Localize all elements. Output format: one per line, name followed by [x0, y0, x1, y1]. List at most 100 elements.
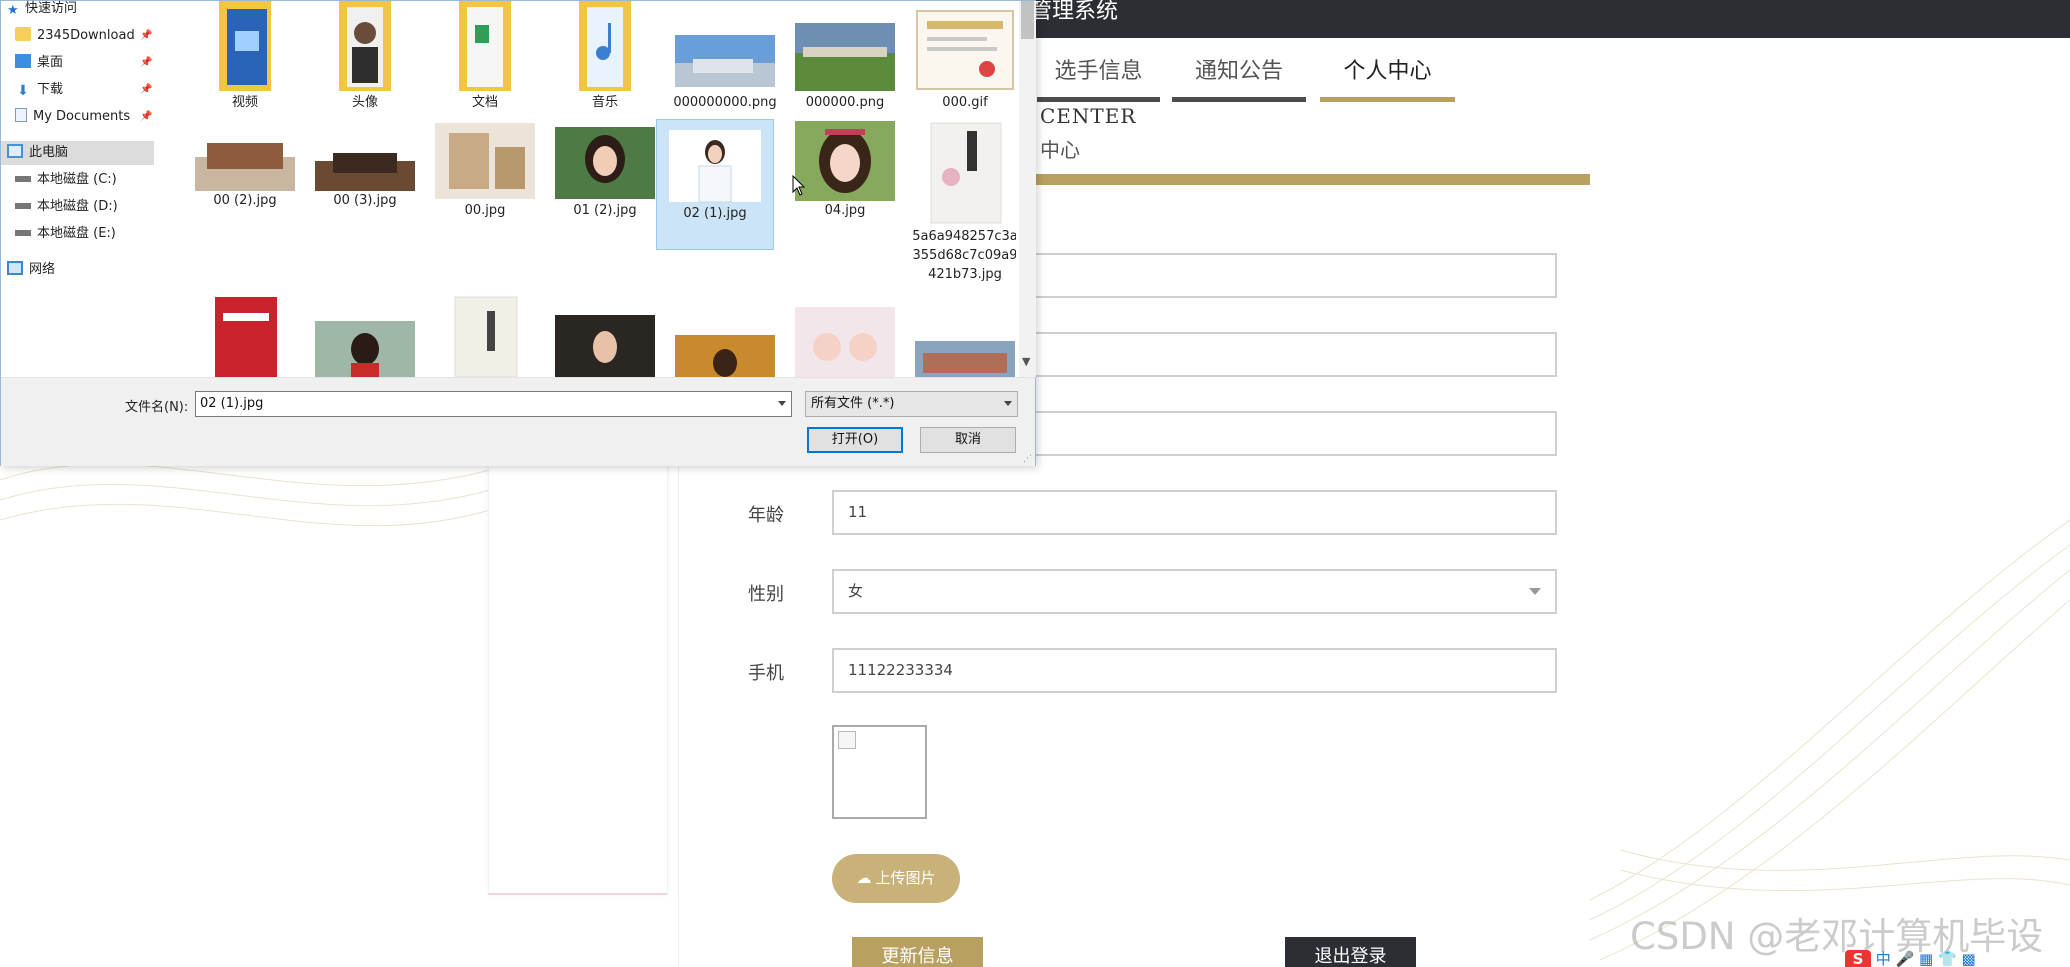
file-item-00-2-jpg[interactable]: 00 (2).jpg [186, 119, 304, 210]
file-name: 5a6a948257c3a355d68c7c09a9421b73.jpg [912, 229, 1016, 282]
image-thumbnail [795, 307, 895, 377]
resize-grip-icon[interactable]: ⋰ [1023, 454, 1032, 464]
file-item-folder-music[interactable]: 音乐 [546, 1, 664, 112]
image-thumbnail [675, 335, 775, 377]
file-item-folder-avatar[interactable]: 头像 [306, 1, 424, 112]
file-name: 音乐 [591, 95, 618, 110]
tab-underline [1037, 97, 1160, 102]
file-open-dialog: ★ 快速访问 2345Download 📌 桌面 📌 ⬇ 下载 📌 My Docum… [0, 0, 1036, 466]
download-icon: ⬇ [17, 83, 29, 99]
drive-icon [15, 176, 31, 182]
star-icon: ★ [7, 3, 19, 18]
image-thumbnail [315, 153, 415, 191]
pin-icon: 📌 [140, 111, 153, 122]
tree-item-quick-access[interactable]: ★ 快速访问 [7, 0, 77, 21]
filename-input[interactable]: 02 (1).jpg [195, 391, 792, 417]
file-item-campus[interactable] [906, 293, 1016, 377]
file-item-000000000-png[interactable]: 000000000.png [666, 1, 784, 112]
file-name: 视频 [231, 95, 258, 110]
filetype-value: 所有文件 (*.*) [811, 396, 895, 411]
image-thumbnail [916, 10, 1014, 90]
tab-personal-center[interactable]: 个人中心 [1320, 58, 1455, 102]
file-item-02-1-jpg[interactable]: 02 (1).jpg [656, 119, 774, 250]
tab-label: 选手信息 [1054, 59, 1143, 84]
avatar-preview [832, 725, 927, 819]
file-item-woman-wood[interactable] [666, 293, 784, 377]
file-item-book-red[interactable] [186, 293, 304, 377]
image-thumbnail [195, 143, 295, 191]
filetype-select[interactable]: 所有文件 (*.*) [805, 391, 1018, 417]
tree-label: 桌面 [37, 55, 64, 70]
file-item-00-3-jpg[interactable]: 00 (3).jpg [306, 119, 424, 210]
tree-item-this-pc[interactable]: 此电脑 [1, 141, 154, 165]
file-name: 000.gif [942, 95, 988, 110]
chevron-down-icon[interactable] [778, 401, 786, 406]
tree-item-network[interactable]: 网络 [7, 258, 55, 282]
ime-toolbar[interactable]: S 中 🎤 ▦ 👕 ▩ [1845, 948, 2070, 967]
scrollbar-thumb[interactable] [1021, 1, 1034, 39]
file-name: 02 (1).jpg [683, 206, 747, 221]
file-item-book-white[interactable] [426, 293, 544, 377]
file-name: 01 (2).jpg [573, 203, 637, 218]
cancel-button[interactable]: 取消 [920, 427, 1016, 453]
tab-player-info[interactable]: 选手信息 [1037, 58, 1160, 102]
file-item-folder-documents[interactable]: 文档 [426, 1, 544, 112]
section-divider [1000, 174, 1590, 185]
image-thumbnail [795, 121, 895, 201]
file-item-000000-png[interactable]: 000000.png [786, 1, 904, 112]
image-thumbnail [454, 296, 518, 377]
logout-button[interactable]: 退出登录 [1285, 937, 1416, 967]
pin-icon: 📌 [140, 84, 153, 95]
tree-item-drive-d[interactable]: 本地磁盘 (D:) [15, 195, 118, 219]
vertical-scrollbar[interactable]: ▼ [1019, 1, 1036, 377]
drive-icon [15, 230, 31, 236]
image-thumbnail [555, 127, 655, 199]
update-info-button[interactable]: 更新信息 [852, 937, 983, 967]
file-item-woman-dark[interactable] [546, 293, 664, 377]
file-item-000-gif[interactable]: 000.gif [906, 1, 1016, 112]
tab-underline-active [1320, 97, 1455, 102]
broken-image-icon [838, 731, 856, 749]
tree-label: My Documents [33, 109, 131, 124]
tree-item-drive-c[interactable]: 本地磁盘 (C:) [15, 168, 117, 192]
file-item-girl-red[interactable] [306, 293, 424, 377]
tree-label: 本地磁盘 (D:) [37, 199, 118, 214]
microphone-icon: 🎤 [1895, 950, 1915, 967]
age-label: 年龄 [748, 505, 784, 526]
document-icon [15, 108, 27, 122]
tree-item-my-documents[interactable]: My Documents [15, 105, 130, 129]
shirt-icon: 👕 [1938, 950, 1957, 967]
chevron-down-icon[interactable]: ▼ [1022, 355, 1030, 368]
computer-icon [7, 144, 23, 158]
image-thumbnail [675, 35, 775, 87]
phone-input[interactable]: 11122233334 [832, 648, 1557, 693]
age-input[interactable]: 11 [832, 490, 1557, 535]
tree-item-drive-e[interactable]: 本地磁盘 (E:) [15, 222, 116, 246]
file-item-5a6a948257c3a-jpg[interactable]: 5a6a948257c3a355d68c7c09a9421b73.jpg [906, 119, 1016, 284]
image-thumbnail [315, 321, 415, 377]
open-button[interactable]: 打开(O) [807, 427, 903, 453]
tab-notices[interactable]: 通知公告 [1172, 58, 1306, 102]
file-name: 000000000.png [673, 95, 777, 110]
file-item-04-jpg[interactable]: 04.jpg [786, 119, 904, 220]
file-name: 头像 [351, 95, 378, 110]
tree-item-desktop[interactable]: 桌面 [15, 51, 63, 75]
tree-item-downloads[interactable]: ⬇ 下载 [15, 78, 63, 102]
file-item-00-jpg[interactable]: 00.jpg [426, 119, 544, 220]
file-item-01-2-jpg[interactable]: 01 (2).jpg [546, 119, 664, 220]
image-thumbnail [930, 122, 1002, 224]
image-thumbnail [915, 341, 1015, 377]
upload-image-button[interactable]: ☁ 上传图片 [832, 854, 960, 903]
file-name: 000000.png [805, 95, 885, 110]
folder-music-icon [579, 1, 631, 91]
image-thumbnail [215, 297, 277, 377]
file-name: 00.jpg [464, 203, 506, 218]
file-item-folder-video[interactable]: 视频 [186, 1, 304, 112]
chevron-down-icon [1004, 401, 1012, 406]
tree-item-2345download[interactable]: 2345Download [15, 24, 135, 48]
upload-button-label: 上传图片 [875, 869, 936, 887]
gender-select[interactable]: 女 [832, 569, 1557, 614]
image-thumbnail [669, 130, 761, 203]
image-thumbnail [435, 123, 535, 199]
file-item-babies[interactable] [786, 293, 904, 377]
